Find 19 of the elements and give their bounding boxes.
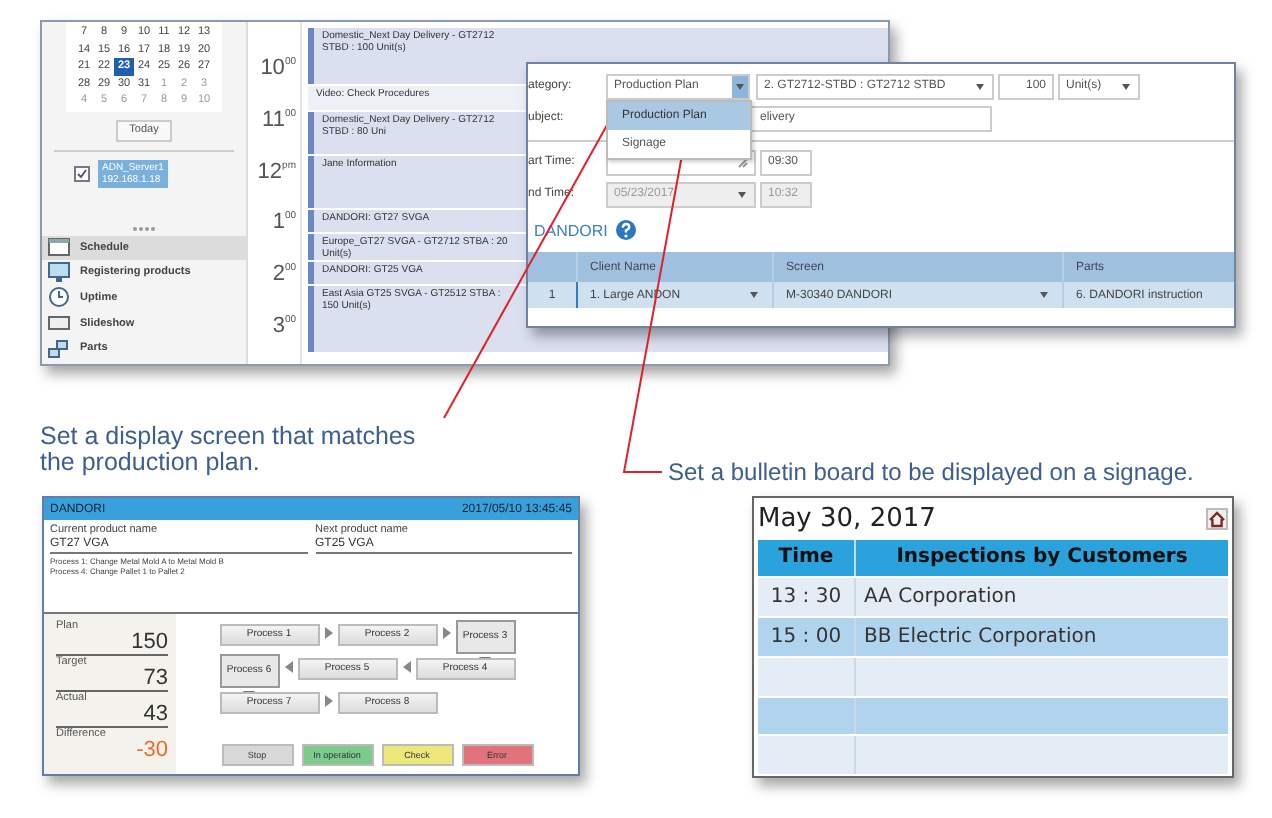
hour-label: 1$^{00}$ xyxy=(270,208,298,239)
column-header: Inspections by Customers xyxy=(894,544,1190,573)
hour-label: 11$^{00}$ xyxy=(260,105,298,136)
table-cell-text: AA Corporation xyxy=(862,584,1019,613)
hour-label: 12$^{pm}$ xyxy=(255,157,298,188)
stat-value: 150 xyxy=(56,632,168,656)
table-cell: 13 : 30 xyxy=(758,578,856,617)
hour-label: 10$^{00}$ xyxy=(258,54,298,84)
stat-value: -30 xyxy=(134,740,168,762)
column-header: Time xyxy=(758,539,856,577)
hour-label: 2$^{00}$ xyxy=(270,260,298,291)
stat-value: 43 xyxy=(56,704,168,728)
table-cell: 15 : 00 xyxy=(758,618,856,656)
caption: Set a bulletin board to be displayed on a signage. xyxy=(668,460,1194,486)
board-date: May 30, 2017 xyxy=(758,503,936,534)
hour-label: 3$^{00}$ xyxy=(270,312,298,343)
table-cell-text: BB Electric Corporation xyxy=(862,623,1099,652)
stat-value: 73 xyxy=(56,668,168,692)
caption: Set a display screen that matches the production plan. xyxy=(40,424,418,476)
